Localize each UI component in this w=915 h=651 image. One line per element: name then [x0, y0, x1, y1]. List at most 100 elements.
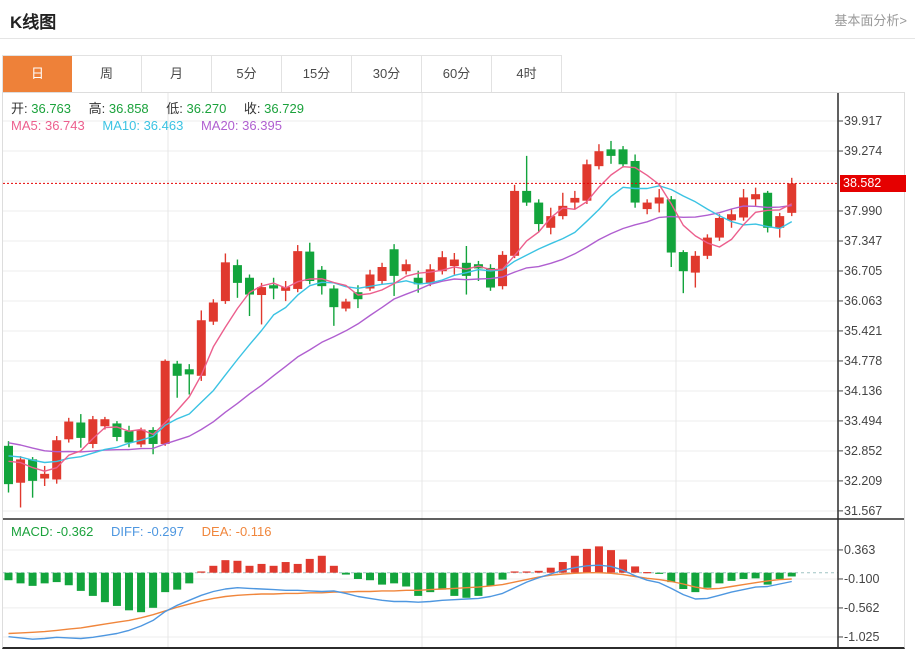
candle[interactable]: [28, 459, 38, 481]
tab-day[interactable]: 日: [3, 56, 72, 92]
candle[interactable]: [305, 251, 315, 282]
macd-bar[interactable]: [341, 572, 350, 575]
candle[interactable]: [606, 149, 616, 156]
macd-bar[interactable]: [269, 565, 278, 573]
macd-bar[interactable]: [233, 560, 242, 573]
candle[interactable]: [389, 249, 399, 276]
macd-bar[interactable]: [763, 572, 772, 585]
candle[interactable]: [666, 199, 676, 253]
macd-bar[interactable]: [185, 572, 194, 584]
macd-bar[interactable]: [631, 566, 640, 573]
macd-bar[interactable]: [703, 572, 712, 588]
macd-bar[interactable]: [40, 572, 49, 584]
tab-month[interactable]: 月: [142, 56, 212, 92]
candle[interactable]: [232, 265, 242, 283]
macd-bar[interactable]: [474, 572, 483, 596]
macd-bar[interactable]: [353, 572, 362, 579]
candle[interactable]: [401, 264, 411, 272]
tab-60min[interactable]: 60分: [422, 56, 492, 92]
macd-bar[interactable]: [522, 571, 531, 573]
candle[interactable]: [184, 369, 194, 375]
macd-bar[interactable]: [594, 546, 603, 573]
macd-bar[interactable]: [293, 563, 302, 573]
candle[interactable]: [4, 445, 13, 485]
candle[interactable]: [582, 164, 592, 201]
macd-bar[interactable]: [317, 555, 326, 573]
macd-bar[interactable]: [414, 572, 423, 596]
candle[interactable]: [208, 302, 218, 322]
macd-bar[interactable]: [390, 572, 399, 584]
macd-bar[interactable]: [450, 572, 459, 596]
macd-bar[interactable]: [149, 572, 158, 608]
candle[interactable]: [522, 190, 532, 203]
candle[interactable]: [136, 429, 146, 445]
candle[interactable]: [220, 262, 230, 302]
macd-bar[interactable]: [534, 570, 543, 573]
candle[interactable]: [678, 252, 688, 272]
macd-bar[interactable]: [643, 572, 652, 574]
candle[interactable]: [618, 149, 628, 165]
candle[interactable]: [714, 217, 724, 238]
candle[interactable]: [642, 202, 652, 210]
macd-bar[interactable]: [438, 572, 447, 590]
macd-bar[interactable]: [4, 572, 13, 581]
macd-bar[interactable]: [329, 565, 338, 573]
candle[interactable]: [52, 440, 62, 480]
candle[interactable]: [172, 363, 182, 376]
macd-bar[interactable]: [775, 572, 784, 579]
tab-15min[interactable]: 15分: [282, 56, 352, 92]
macd-bar[interactable]: [137, 572, 146, 613]
macd-bar[interactable]: [100, 572, 109, 603]
tab-week[interactable]: 周: [72, 56, 142, 92]
macd-bar[interactable]: [498, 572, 507, 580]
fundamental-analysis-link[interactable]: 基本面分析>: [834, 10, 907, 29]
macd-bar[interactable]: [64, 572, 73, 586]
candle[interactable]: [534, 202, 544, 225]
macd-bar[interactable]: [655, 572, 664, 574]
macd-bar[interactable]: [209, 565, 218, 573]
macd-bar[interactable]: [28, 572, 37, 586]
macd-bar[interactable]: [751, 572, 760, 579]
candle[interactable]: [329, 288, 339, 308]
kline-chart[interactable]: 开: 36.763 高: 36.858 低: 36.270 收: 36.729 …: [2, 92, 906, 649]
candle[interactable]: [341, 301, 351, 309]
macd-bar[interactable]: [366, 572, 374, 581]
macd-bar[interactable]: [378, 572, 387, 585]
macd-bar[interactable]: [462, 572, 471, 598]
candle[interactable]: [160, 360, 170, 444]
macd-bar[interactable]: [305, 558, 314, 573]
macd-bar[interactable]: [739, 572, 748, 579]
candle[interactable]: [112, 423, 122, 437]
candle[interactable]: [654, 197, 664, 204]
candle[interactable]: [100, 419, 110, 427]
macd-bar[interactable]: [221, 560, 230, 573]
macd-bar[interactable]: [197, 571, 206, 573]
macd-bar[interactable]: [510, 571, 519, 573]
macd-bar[interactable]: [161, 572, 170, 593]
macd-bar[interactable]: [52, 572, 61, 583]
macd-bar[interactable]: [173, 572, 182, 590]
macd-bar[interactable]: [486, 572, 495, 586]
macd-bar[interactable]: [245, 565, 254, 573]
macd-bar[interactable]: [570, 555, 579, 573]
tab-4hour[interactable]: 4时: [492, 56, 562, 92]
candle[interactable]: [377, 267, 387, 282]
macd-bar[interactable]: [787, 572, 796, 577]
tab-30min[interactable]: 30分: [352, 56, 422, 92]
macd-bar[interactable]: [112, 572, 121, 606]
macd-bar[interactable]: [607, 550, 615, 573]
macd-bar[interactable]: [281, 562, 290, 573]
macd-bar[interactable]: [88, 572, 97, 596]
macd-bar[interactable]: [715, 572, 724, 584]
macd-bar[interactable]: [402, 572, 411, 587]
macd-bar[interactable]: [679, 572, 688, 590]
macd-bar[interactable]: [16, 572, 25, 584]
candle[interactable]: [690, 255, 700, 273]
candle[interactable]: [594, 151, 604, 167]
macd-bar[interactable]: [257, 563, 266, 573]
candle[interactable]: [40, 473, 50, 479]
macd-bar[interactable]: [76, 572, 85, 591]
candle[interactable]: [124, 430, 134, 443]
macd-bar[interactable]: [582, 548, 591, 573]
candle[interactable]: [787, 183, 797, 213]
